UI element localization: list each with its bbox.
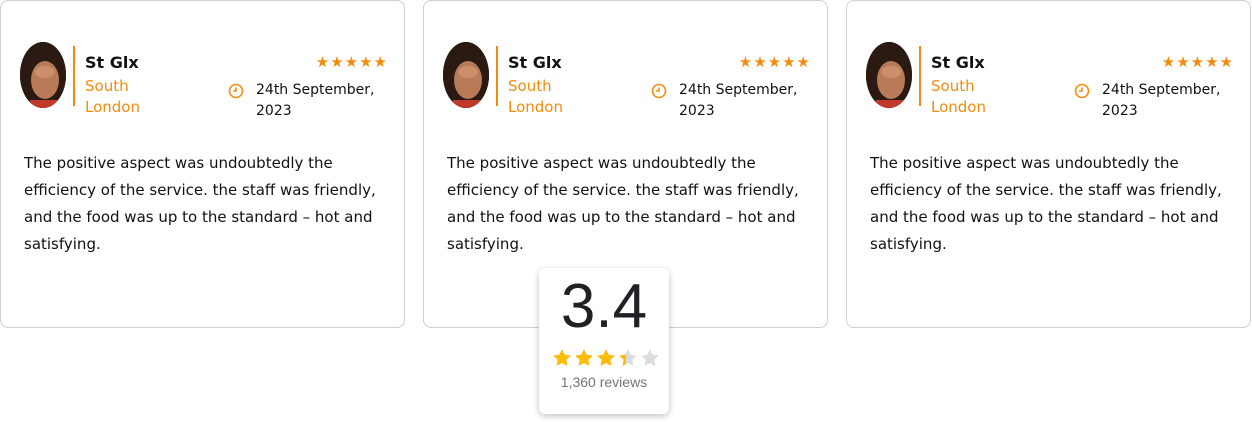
- star-rating: ★★★★★: [315, 53, 388, 71]
- star-icon: [618, 348, 638, 368]
- review-date: 24th September, 2023: [1102, 82, 1221, 119]
- star-icon: [574, 348, 594, 368]
- review-text: The positive aspect was undoubtedly the …: [24, 154, 376, 253]
- clock-icon: [651, 83, 667, 99]
- clock-icon: [1074, 83, 1090, 99]
- avatar: [20, 42, 66, 108]
- avatar: [866, 42, 912, 108]
- star-icon: [552, 348, 572, 368]
- reviewer-location: South London: [931, 77, 986, 116]
- reviewer-name: St Glx: [85, 53, 139, 72]
- star-icon: [596, 348, 616, 368]
- reviewer-name: St Glx: [931, 53, 985, 72]
- review-date: 24th September, 2023: [679, 82, 798, 119]
- rating-score: 3.4: [560, 272, 648, 341]
- review-card: St Glx South London ★★★★★ 24th September…: [846, 0, 1251, 328]
- review-text: The positive aspect was undoubtedly the …: [447, 154, 799, 253]
- review-count[interactable]: 1,360 reviews: [539, 374, 669, 390]
- rating-stars: [552, 348, 662, 368]
- review-date: 24th September, 2023: [256, 82, 375, 119]
- divider: [496, 46, 498, 106]
- star-rating: ★★★★★: [738, 53, 811, 71]
- divider: [919, 46, 921, 106]
- google-rating-badge[interactable]: 3.4 1,360 reviews: [539, 268, 669, 414]
- reviewer-location: South London: [508, 77, 563, 116]
- review-card: St Glx South London ★★★★★ 24th September…: [0, 0, 405, 328]
- clock-icon: [228, 83, 244, 99]
- review-text: The positive aspect was undoubtedly the …: [870, 154, 1222, 253]
- star-icon: [640, 348, 660, 368]
- divider: [73, 46, 75, 106]
- reviewer-name: St Glx: [508, 53, 562, 72]
- avatar: [443, 42, 489, 108]
- reviewer-location: South London: [85, 77, 140, 116]
- star-rating: ★★★★★: [1161, 53, 1234, 71]
